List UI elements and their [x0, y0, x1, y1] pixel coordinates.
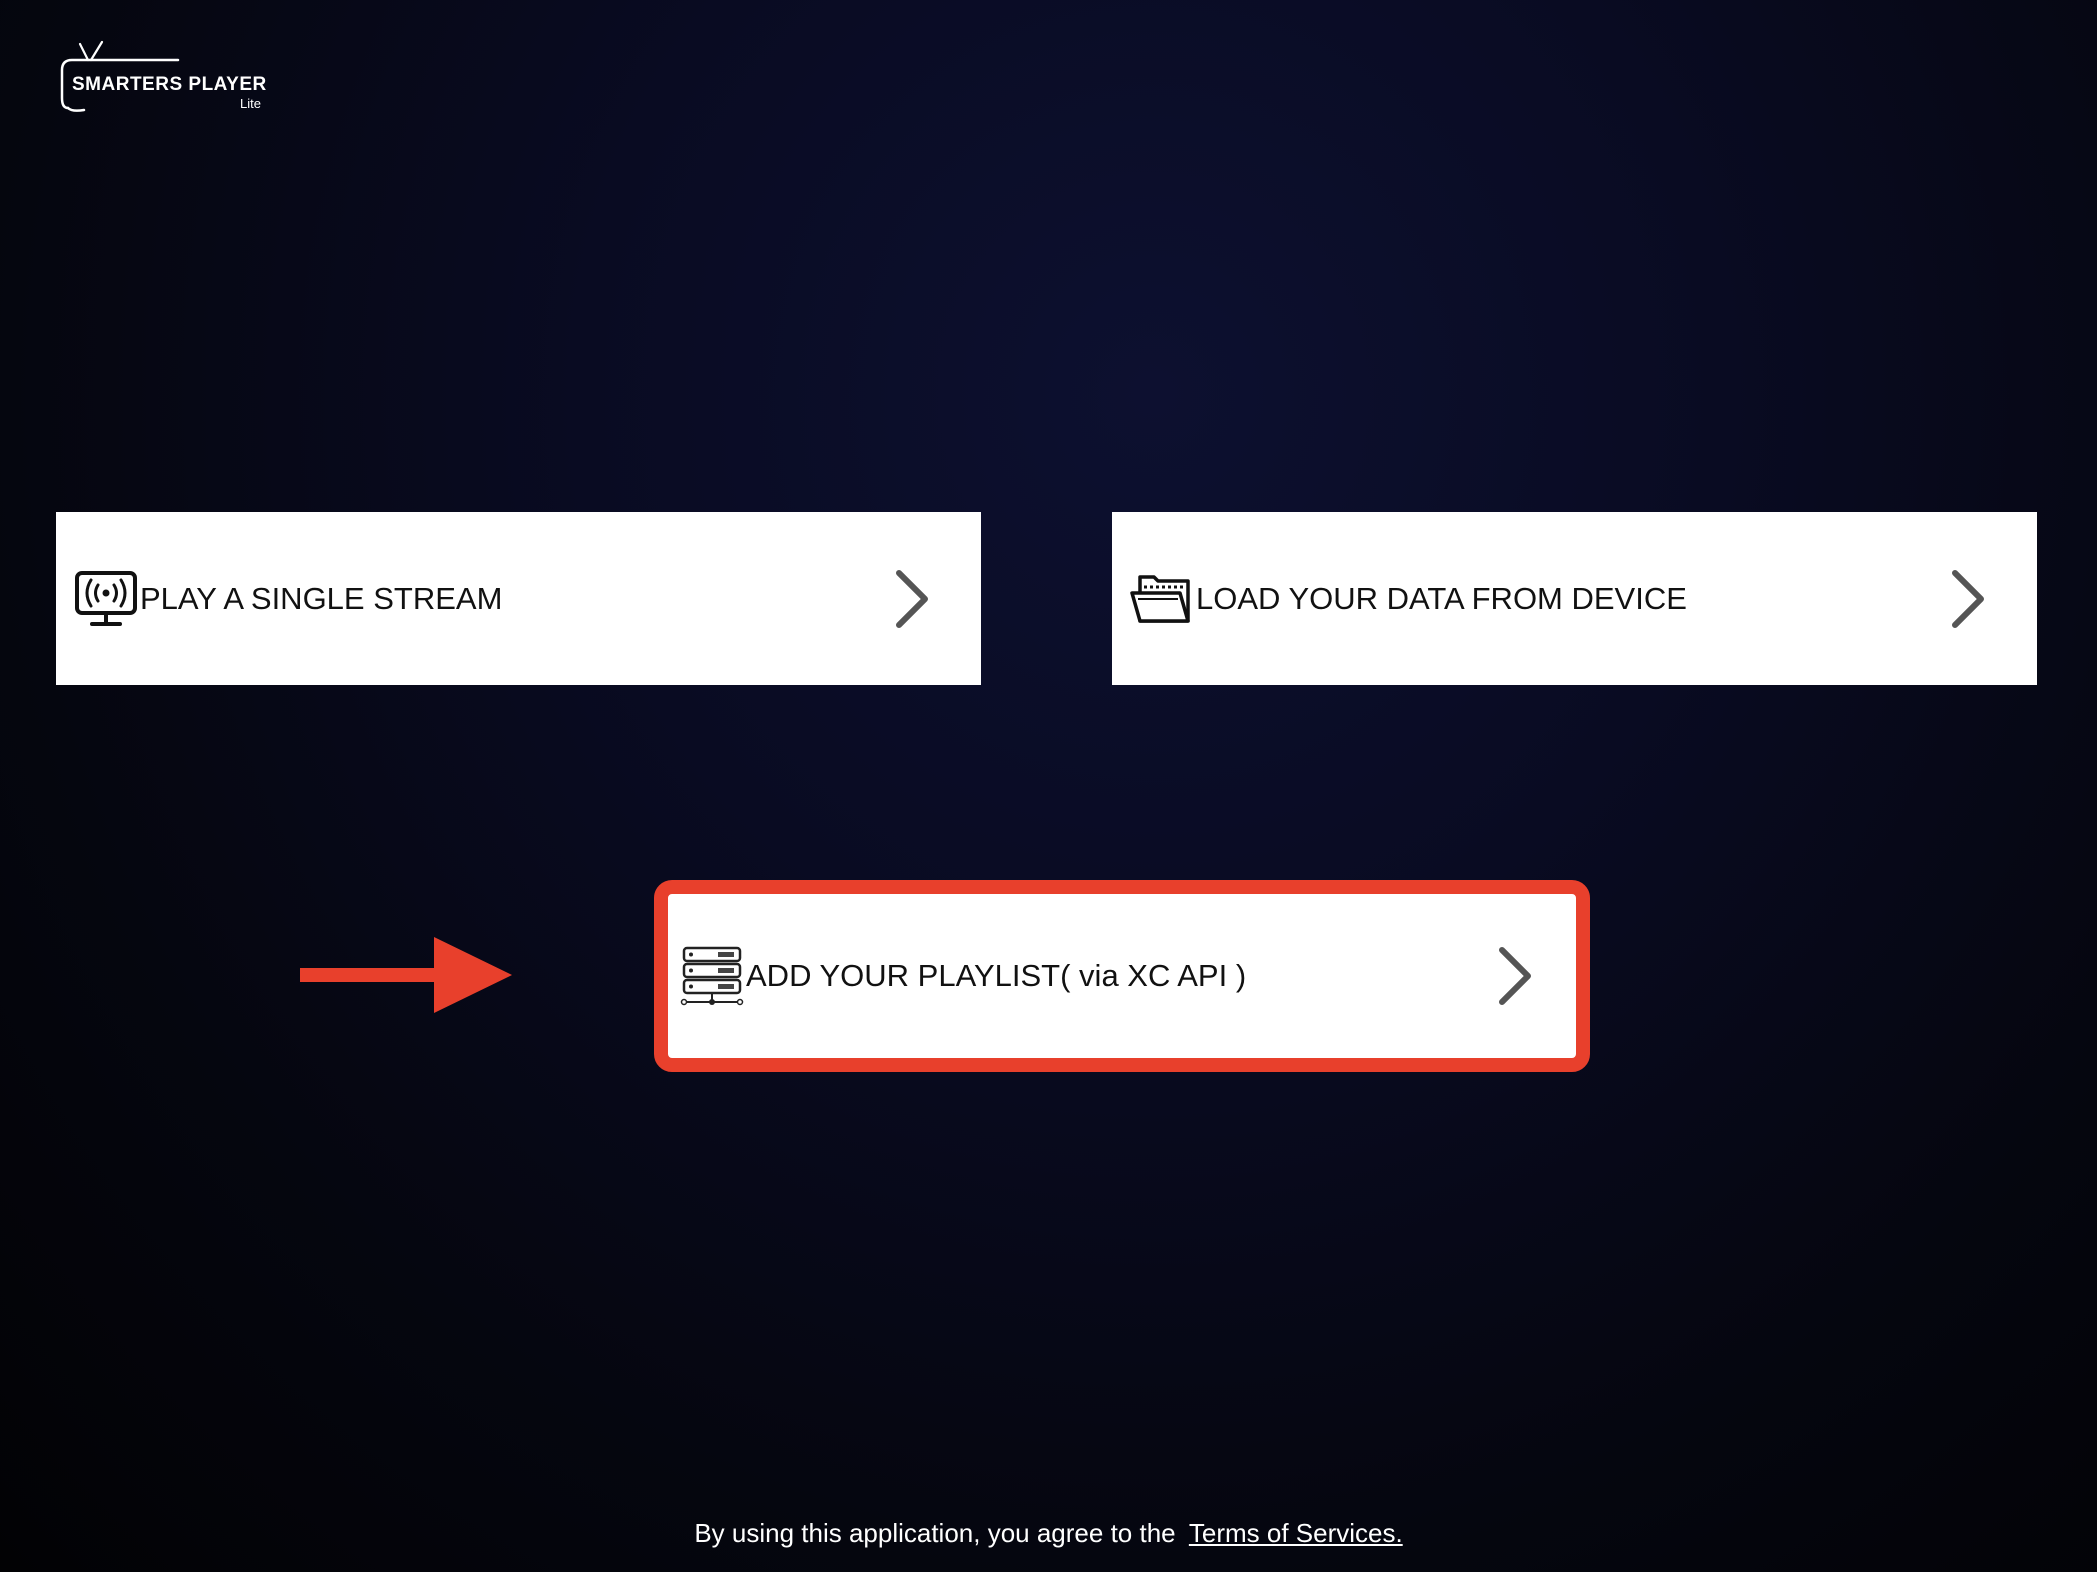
- play-single-stream-label: PLAY A SINGLE STREAM: [140, 580, 503, 616]
- chevron-right-icon: [891, 569, 931, 629]
- logo-title: SMARTERS PLAYER: [72, 74, 267, 95]
- terms-of-services-link[interactable]: Terms of Services.: [1189, 1518, 1403, 1548]
- play-single-stream-button[interactable]: PLAY A SINGLE STREAM: [56, 512, 981, 685]
- add-playlist-xc-api-button[interactable]: ADD YOUR PLAYLIST( via XC API ): [670, 896, 1574, 1056]
- open-folder-icon: [1130, 567, 1194, 631]
- arrow-right-icon: [300, 937, 512, 1013]
- server-stack-icon: [680, 944, 744, 1008]
- chevron-right-icon: [1947, 569, 1987, 629]
- terms-notice-text: By using this application, you agree to …: [694, 1518, 1176, 1548]
- logo-edition: Lite: [240, 96, 261, 111]
- chevron-right-icon: [1494, 946, 1534, 1006]
- app-logo: SMARTERS PLAYER Lite: [58, 40, 278, 120]
- add-playlist-label: ADD YOUR PLAYLIST( via XC API ): [746, 958, 1247, 993]
- terms-footer: By using this application, you agree to …: [0, 1518, 2097, 1549]
- load-data-from-device-button[interactable]: LOAD YOUR DATA FROM DEVICE: [1112, 512, 2037, 685]
- broadcast-monitor-icon: [74, 567, 138, 631]
- load-data-from-device-label: LOAD YOUR DATA FROM DEVICE: [1196, 580, 1687, 616]
